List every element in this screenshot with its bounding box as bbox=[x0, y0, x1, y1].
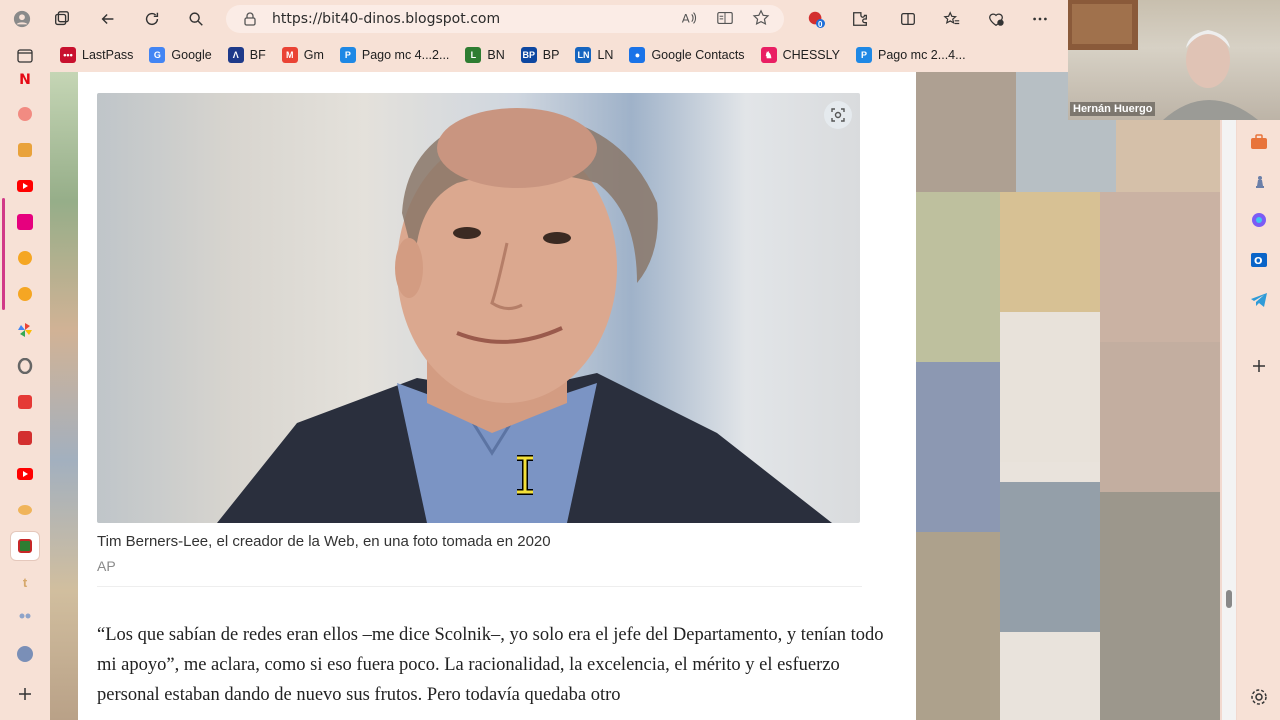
bookmark-item[interactable]: ••• LastPass bbox=[60, 47, 133, 63]
webcam-overlay: Hernán Huergo bbox=[1068, 0, 1280, 120]
bookmark-label: Google Contacts bbox=[651, 48, 745, 62]
bookmark-label: Pago mc 2...4... bbox=[878, 48, 966, 62]
address-bar[interactable]: https://bit40-dinos.blogspot.com A bbox=[226, 5, 784, 33]
pago-icon: P bbox=[856, 47, 872, 63]
bookmark-item[interactable]: L BN bbox=[465, 47, 505, 63]
add-sidebar-app-button[interactable] bbox=[13, 682, 37, 706]
divider bbox=[97, 586, 862, 587]
participant-name: Hernán Huergo bbox=[1070, 102, 1156, 116]
bookmark-label: LastPass bbox=[82, 48, 134, 62]
svg-text:O: O bbox=[1254, 256, 1263, 267]
red-dots-icon[interactable] bbox=[13, 426, 37, 450]
text-cursor-icon bbox=[517, 455, 533, 495]
favorites-icon[interactable] bbox=[938, 5, 966, 33]
browser-toolbar: https://bit40-dinos.blogspot.com A 0 bbox=[0, 0, 1068, 38]
add-sidebar-button[interactable] bbox=[1249, 356, 1269, 376]
zoom-icon[interactable] bbox=[13, 642, 37, 666]
compass-icon[interactable] bbox=[13, 102, 37, 126]
page-content: Tim Berners-Lee, el creador de la Web, e… bbox=[50, 72, 1220, 720]
cookie-icon[interactable] bbox=[13, 498, 37, 522]
chessly-icon: ♞ bbox=[760, 47, 777, 63]
opera-icon[interactable] bbox=[13, 354, 37, 378]
bookmark-item[interactable]: P Pago mc 2...4... bbox=[856, 47, 966, 63]
pinwheel-icon[interactable] bbox=[13, 318, 37, 342]
copilot-icon[interactable] bbox=[1249, 210, 1269, 230]
bp-icon: BP bbox=[520, 47, 537, 63]
bookmark-label: Pago mc 4...2... bbox=[361, 48, 450, 62]
ln-icon: LN bbox=[575, 47, 592, 63]
bookmark-item[interactable]: LN LN bbox=[575, 47, 613, 63]
bookmark-item[interactable]: P Pago mc 4...2... bbox=[339, 47, 450, 63]
extension-badge-icon[interactable] bbox=[802, 5, 830, 33]
bookmark-label: BN bbox=[487, 48, 505, 62]
google-icon: G bbox=[149, 47, 166, 63]
url-text[interactable]: https://bit40-dinos.blogspot.com bbox=[272, 11, 500, 27]
back-button[interactable] bbox=[94, 5, 122, 33]
tabs-icon[interactable] bbox=[48, 5, 76, 33]
youtube-icon-2[interactable] bbox=[13, 462, 37, 486]
bookmark-item[interactable]: ● Google Contacts bbox=[629, 47, 745, 63]
settings-gear-icon[interactable] bbox=[1249, 687, 1269, 707]
group-indicator bbox=[2, 244, 5, 310]
tumblr-icon[interactable]: t bbox=[13, 570, 37, 594]
page-scrollbar[interactable] bbox=[1222, 120, 1236, 720]
blogger-icon-2[interactable] bbox=[13, 282, 37, 306]
browser-essentials-icon[interactable] bbox=[982, 5, 1010, 33]
profile-icon[interactable] bbox=[8, 5, 36, 33]
background-art-collage bbox=[916, 72, 1220, 720]
chess-icon[interactable] bbox=[1249, 172, 1269, 192]
left-sidebar: N t bbox=[0, 38, 50, 720]
bookmark-item[interactable]: Λ BF bbox=[227, 47, 266, 63]
bookmark-label: LN bbox=[597, 48, 614, 62]
sidebar-app-icon[interactable] bbox=[13, 44, 37, 68]
bookmark-item[interactable]: G Google bbox=[149, 47, 212, 63]
bookmark-label: BF bbox=[249, 48, 266, 62]
photo-caption: Tim Berners-Lee, el creador de la Web, e… bbox=[97, 533, 551, 550]
visual-search-icon[interactable] bbox=[824, 101, 852, 129]
more-menu-icon[interactable] bbox=[1026, 5, 1054, 33]
read-aloud-icon[interactable]: A bbox=[680, 9, 698, 27]
bookmark-item[interactable]: BP BP bbox=[520, 47, 560, 63]
gmail-icon: M bbox=[281, 47, 298, 63]
lastpass-icon: ••• bbox=[60, 47, 76, 63]
bookmark-item[interactable]: M Gm bbox=[281, 47, 324, 63]
lock-icon bbox=[244, 12, 256, 26]
active-site-icon[interactable] bbox=[11, 532, 39, 560]
scrollbar-thumb[interactable] bbox=[1226, 590, 1232, 608]
stack-icon[interactable] bbox=[13, 390, 37, 414]
bf-icon: Λ bbox=[227, 47, 244, 63]
bookmark-item[interactable]: ♞ CHESSLY bbox=[760, 47, 840, 63]
youtube-icon[interactable] bbox=[13, 174, 37, 198]
right-sidebar: O bbox=[1237, 120, 1280, 720]
blogger-icon[interactable] bbox=[13, 246, 37, 270]
split-screen-icon[interactable] bbox=[894, 5, 922, 33]
background-art-strip bbox=[50, 72, 78, 720]
bookmark-label: Gm bbox=[303, 48, 324, 62]
article: Tim Berners-Lee, el creador de la Web, e… bbox=[78, 72, 916, 720]
photos-icon[interactable] bbox=[13, 138, 37, 162]
search-icon[interactable] bbox=[182, 5, 210, 33]
pink-app-icon[interactable] bbox=[13, 210, 37, 234]
refresh-button[interactable] bbox=[138, 5, 166, 33]
reader-view-icon[interactable] bbox=[716, 9, 734, 27]
extension-badge-count: 0 bbox=[818, 20, 823, 29]
briefcase-icon[interactable] bbox=[1249, 132, 1269, 152]
article-photo bbox=[97, 93, 860, 523]
telegram-icon[interactable] bbox=[1249, 290, 1269, 310]
bookmarks-bar: ••• LastPass G Google Λ BF M Gm P Pago mc 4...2..… bbox=[50, 38, 1068, 72]
people-icon[interactable] bbox=[13, 606, 37, 630]
extensions-icon[interactable] bbox=[846, 5, 874, 33]
bookmark-label: Google bbox=[171, 48, 212, 62]
bookmark-label: CHESSLY bbox=[782, 48, 840, 62]
bn-icon: L bbox=[465, 47, 482, 63]
contacts-icon: ● bbox=[629, 47, 646, 63]
bookmark-label: BP bbox=[542, 48, 560, 62]
favorite-star-icon[interactable] bbox=[752, 9, 770, 27]
photo-credit: AP bbox=[97, 558, 116, 574]
article-paragraph: “Los que sabían de redes eran ellos –me … bbox=[97, 625, 884, 705]
netflix-icon[interactable]: N bbox=[13, 68, 37, 92]
svg-text:A: A bbox=[682, 12, 690, 26]
pago-icon: P bbox=[339, 47, 356, 63]
outlook-icon[interactable]: O bbox=[1249, 250, 1269, 270]
